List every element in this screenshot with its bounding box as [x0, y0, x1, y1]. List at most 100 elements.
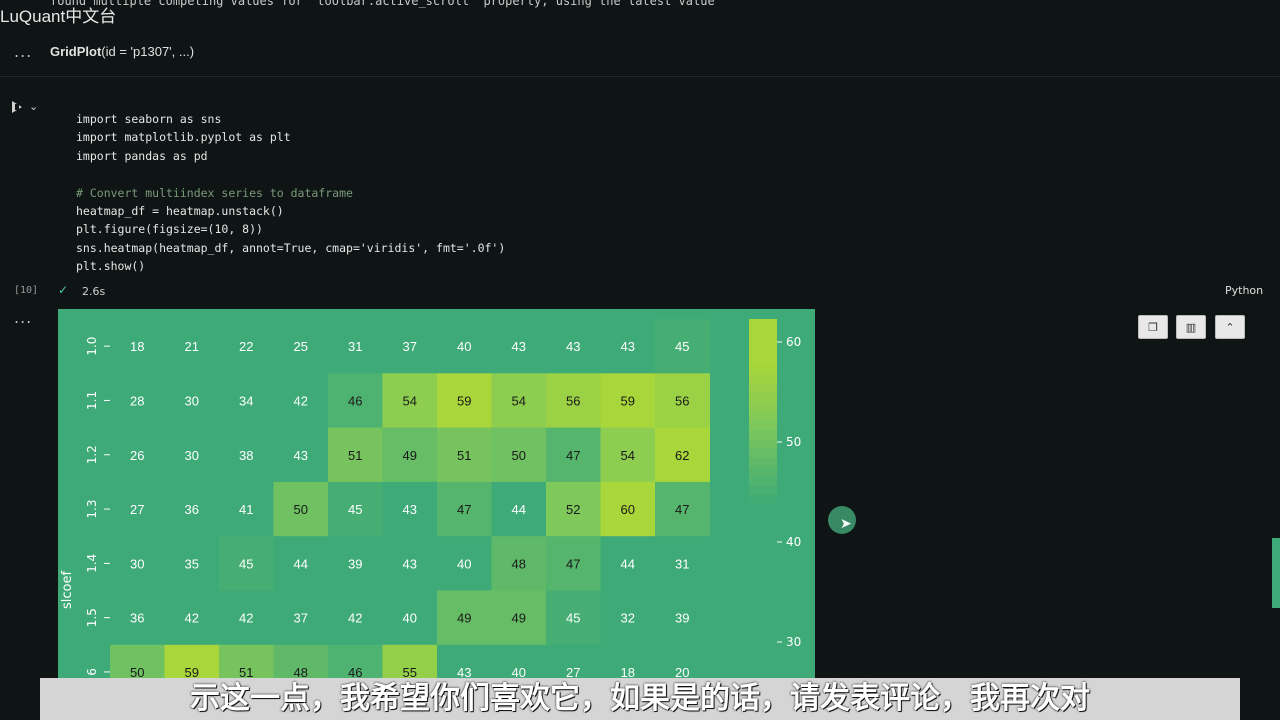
heatmap-annotation: 31 [675, 556, 689, 571]
check-icon: ✓ [58, 283, 69, 297]
cell-language-selector[interactable]: Python [1225, 284, 1263, 297]
gridplot-class: GridPlot [50, 44, 102, 59]
heatmap-annotation: 30 [185, 448, 199, 463]
pin-icon[interactable]: ⌃ [1215, 315, 1245, 339]
code-line: plt.show() [76, 259, 146, 274]
heatmap-annotation: 54 [403, 393, 417, 408]
run-cell-icon[interactable] [12, 101, 22, 113]
chevron-down-icon[interactable]: ⌄ [29, 100, 38, 113]
colorbar-segment [749, 476, 777, 486]
colorbar-segment [749, 605, 777, 616]
heatmap-annotation: 47 [457, 502, 471, 517]
colorbar-segment [749, 393, 777, 403]
output-collapse-icon-2[interactable]: ... [14, 308, 32, 327]
colorbar-segment [749, 550, 777, 560]
mouse-pointer-icon: ➤ [840, 516, 852, 532]
colorbar-segment [749, 448, 777, 459]
heatmap-annotation: 51 [348, 448, 362, 463]
heatmap-annotation: 43 [403, 556, 417, 571]
heatmap-annotation: 40 [457, 339, 471, 354]
colorbar-segment [749, 522, 777, 533]
colorbar-segment [749, 402, 777, 412]
y-tick-label: 1.2 [85, 445, 99, 464]
colorbar-segment [749, 504, 777, 514]
heatmap-annotation: 43 [566, 339, 580, 354]
colorbar-segment [749, 578, 777, 588]
heatmap-annotation: 47 [566, 448, 580, 463]
heatmap-annotation: 37 [294, 611, 308, 626]
bar-chart-icon[interactable]: ▥ [1176, 315, 1206, 339]
colorbar-segment [749, 467, 777, 477]
output-collapse-icon[interactable]: ... [14, 42, 32, 61]
heatmap-annotation: 37 [403, 339, 417, 354]
heatmap-annotation: 49 [457, 611, 471, 626]
heatmap-svg: slcoef 18 21 22 25 31 37 40 43 43 43 45 28 30 34 42 46 5… [58, 309, 815, 689]
colorbar-segment [749, 642, 777, 653]
heatmap-annotation: 39 [675, 611, 689, 626]
heatmap-annotation: 56 [566, 393, 580, 408]
heatmap-annotation: 45 [348, 502, 362, 517]
heatmap-annotation: 30 [130, 556, 144, 571]
colorbar-segment [749, 531, 777, 542]
heatmap-figure: slcoef 18 21 22 25 31 37 40 43 43 43 45 28 30 34 42 46 5… [58, 309, 815, 689]
colorbar-segment [749, 365, 777, 375]
copy-icon[interactable]: ❐ [1138, 315, 1168, 339]
heatmap-annotation: 42 [239, 611, 253, 626]
heatmap-annotation: 56 [675, 393, 689, 408]
colorbar-segment [749, 541, 777, 551]
heatmap-annotation: 18 [130, 339, 144, 354]
colorbar-segment [749, 337, 777, 348]
colorbar-segment [749, 374, 777, 385]
code-editor[interactable]: import seaborn as sns import matplotlib.p… [76, 110, 505, 276]
colorbar-segment [749, 411, 777, 422]
heatmap-annotation: 45 [675, 339, 689, 354]
heatmap-annotation: 59 [457, 393, 471, 408]
heatmap-annotation: 45 [239, 556, 253, 571]
heatmap-annotation: 47 [566, 556, 580, 571]
y-tick-label: 1.4 [85, 554, 99, 573]
heatmap-annotation: 50 [512, 448, 526, 463]
heatmap-annotation: 39 [348, 556, 362, 571]
heatmap-annotation: 38 [239, 448, 253, 463]
y-tick-label: 1.0 [85, 337, 99, 356]
heatmap-annotation: 59 [621, 393, 635, 408]
scrollbar-thumb[interactable] [1272, 538, 1280, 608]
colorbar-segment [749, 439, 777, 449]
heatmap-annotation: 43 [403, 502, 417, 517]
colorbar-tick-label: 60 [786, 335, 801, 349]
colorbar-tick-label: 50 [786, 435, 801, 449]
colorbar-segment [749, 652, 777, 662]
colorbar-segment [749, 494, 777, 505]
colorbar-segment [749, 328, 777, 338]
colorbar-segment [749, 615, 777, 625]
colorbar-segment [749, 346, 777, 357]
gridplot-output: GridPlot(id = 'p1307', ...) [50, 44, 194, 59]
code-line: import pandas as pd [76, 148, 208, 163]
colorbar-segment [749, 430, 777, 440]
heatmap-annotation: 43 [512, 339, 526, 354]
heatmap-annotation: 54 [621, 448, 635, 463]
heatmap-annotation: 52 [566, 502, 580, 517]
heatmap-annotation: 34 [239, 393, 253, 408]
heatmap-annotation: 36 [130, 611, 144, 626]
heatmap-annotation: 50 [294, 502, 308, 517]
heatmap-annotation: 22 [239, 339, 253, 354]
heatmap-annotation: 41 [239, 502, 253, 517]
gridplot-args: (id = 'p1307', ...) [101, 44, 195, 59]
heatmap-annotation: 60 [621, 502, 635, 517]
video-subtitle: 示这一点，我希望你们喜欢它，如果是的话，请发表评论，我再次对 [40, 678, 1240, 720]
colorbar-segment [749, 383, 777, 394]
heatmap-annotation: 42 [185, 611, 199, 626]
heatmap-annotation: 46 [348, 393, 362, 408]
code-line: heatmap_df = heatmap.unstack() [76, 204, 284, 219]
heatmap-annotation: 44 [621, 556, 635, 571]
heatmap-annotation: 48 [512, 556, 526, 571]
colorbar-tick-label: 30 [786, 635, 801, 649]
heatmap-annotation: 21 [185, 339, 199, 354]
code-line: # Convert multiindex series to dataframe [76, 185, 353, 200]
y-tick-label: 1.1 [85, 391, 99, 410]
code-line: plt.figure(figsize=(10, 8)) [76, 222, 263, 237]
y-axis-label: slcoef [60, 571, 75, 609]
colorbar-segment [749, 587, 777, 597]
heatmap-annotation: 42 [294, 393, 308, 408]
